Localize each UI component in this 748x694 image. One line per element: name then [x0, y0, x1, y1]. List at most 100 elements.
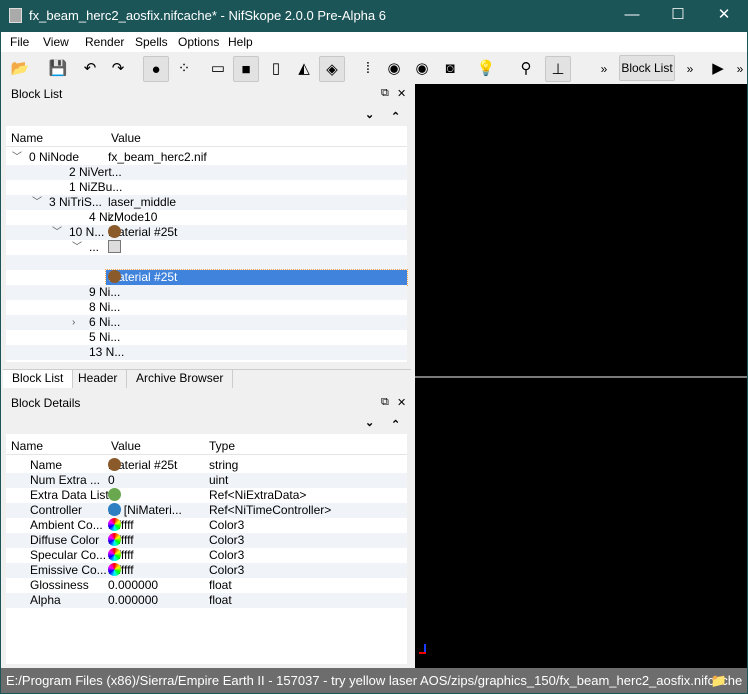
- tree-row-value: Material #25t: [105, 269, 408, 286]
- view-normals-icon[interactable]: ◭: [291, 56, 317, 82]
- axes-icon[interactable]: ⊥: [545, 56, 571, 82]
- details-row-value[interactable]: 11 [NiMateri...: [108, 503, 182, 518]
- overflow-button-3[interactable]: »: [727, 56, 748, 82]
- view-wireframe-icon[interactable]: ▭: [205, 56, 231, 82]
- column-name[interactable]: Name: [11, 439, 43, 453]
- status-file-path: E:/Program Files (x86)/Sierra/Empire Ear…: [6, 673, 743, 688]
- tree-row[interactable]: Material #25t: [6, 269, 408, 286]
- details-row[interactable]: Emissive Co...#ffffff Color3: [6, 563, 407, 578]
- tree-row[interactable]: [6, 255, 407, 270]
- view-solid-icon[interactable]: ■: [233, 56, 259, 82]
- menu-file[interactable]: File: [10, 35, 29, 49]
- chevron-down-icon[interactable]: ﹀: [12, 150, 22, 165]
- save-icon[interactable]: 💾: [45, 56, 71, 82]
- details-collapse-button[interactable]: ⌃: [391, 418, 400, 431]
- menu-render[interactable]: Render: [85, 35, 124, 49]
- details-close-button[interactable]: ✕: [397, 396, 406, 409]
- tree-row[interactable]: 5 Ni...: [6, 330, 407, 345]
- tree-row[interactable]: 1 NiZBu...: [6, 180, 407, 195]
- column-type[interactable]: Type: [209, 439, 235, 453]
- details-row-value-text: 0.000000: [108, 593, 159, 607]
- tree-row[interactable]: 2 NiVert...: [6, 165, 407, 180]
- details-row-value[interactable]: 0.000000: [108, 578, 158, 593]
- maximize-button[interactable]: ☐: [655, 0, 701, 32]
- menu-spells[interactable]: Spells: [135, 35, 168, 49]
- float-button[interactable]: ⧉: [381, 87, 389, 100]
- tree-row[interactable]: ﹀ 3 NiTriS... laser_middle: [6, 195, 407, 210]
- details-row[interactable]: Controller 11 [NiMateri... Ref<NiTimeContr…: [6, 503, 407, 518]
- tree-row[interactable]: 9 Ni...: [6, 285, 407, 300]
- footprints-icon[interactable]: ⁞: [355, 56, 381, 82]
- screenshot-icon[interactable]: ◙: [437, 56, 463, 82]
- tree-row[interactable]: 8 Ni...: [6, 300, 407, 315]
- tree-row-value-text: laser_middle: [108, 195, 177, 209]
- details-row[interactable]: Specular Co...#ffffff Color3: [6, 548, 407, 563]
- axis-x-icon: [419, 652, 426, 654]
- details-row[interactable]: Glossiness 0.000000 float: [6, 578, 407, 593]
- details-row[interactable]: Extra Data List Ref<NiExtraData>: [6, 488, 407, 503]
- viewport-splitter[interactable]: [415, 376, 747, 378]
- window-title: fx_beam_herc2_aosfix.nifcache* - NifSkop…: [29, 8, 386, 23]
- tab-archive-browser[interactable]: Archive Browser: [127, 370, 234, 388]
- block-list-toggle-button[interactable]: Block List: [619, 55, 675, 81]
- select-object-icon[interactable]: ●: [143, 56, 169, 82]
- light-direction-icon[interactable]: ⚲: [513, 56, 539, 82]
- details-row-value[interactable]: #ffffff: [108, 548, 134, 563]
- expand-all-button[interactable]: ⌄: [365, 108, 374, 121]
- tree-row-value: fx_beam_herc2.nif: [106, 150, 209, 165]
- overflow-button[interactable]: »: [591, 56, 617, 82]
- tree-row-value: Material #25t: [106, 225, 179, 240]
- details-row[interactable]: Ambient Co... #ffffff Color3: [6, 518, 407, 533]
- tree-row[interactable]: 4 Ni... zMode10: [6, 210, 407, 225]
- tab-header[interactable]: Header: [69, 370, 128, 388]
- column-name[interactable]: Name: [11, 131, 43, 145]
- details-row-value[interactable]: 0.000000: [108, 593, 158, 608]
- overflow-button-2[interactable]: »: [677, 56, 703, 82]
- eye-edit-icon[interactable]: ◉: [409, 56, 435, 82]
- refresh-icon: [108, 488, 121, 501]
- details-row[interactable]: Name Material #25t string: [6, 458, 407, 473]
- chevron-right-icon[interactable]: ›: [72, 315, 75, 330]
- details-row-type: Color3: [209, 563, 245, 577]
- details-row-value[interactable]: Material #25t: [108, 458, 177, 473]
- tree-row[interactable]: › 6 Ni...: [6, 315, 407, 330]
- details-row-value[interactable]: 0: [108, 473, 115, 488]
- details-float-button[interactable]: ⧉: [381, 396, 389, 409]
- tree-row[interactable]: ﹀ 0 NiNode fx_beam_herc2.nif: [6, 150, 407, 165]
- menu-view[interactable]: View: [43, 35, 69, 49]
- redo-icon[interactable]: ↷: [105, 56, 131, 82]
- details-row[interactable]: Diffuse Color #ffffff Color3: [6, 533, 407, 548]
- lightbulb-icon[interactable]: 💡: [473, 56, 499, 82]
- chevron-down-icon[interactable]: ﹀: [32, 195, 42, 210]
- archive-icon: 📁: [710, 673, 727, 688]
- dock-close-button[interactable]: ✕: [397, 87, 406, 100]
- details-row-value[interactable]: #ffffff: [108, 518, 134, 533]
- tree-row[interactable]: 13 N...: [6, 345, 407, 360]
- collapse-all-button[interactable]: ⌃: [391, 110, 400, 123]
- column-value[interactable]: Value: [111, 131, 141, 145]
- minimize-button[interactable]: —: [609, 0, 655, 32]
- column-value[interactable]: Value: [111, 439, 141, 453]
- details-row-value[interactable]: #ffffff: [108, 563, 134, 578]
- menu-help[interactable]: Help: [228, 35, 253, 49]
- view-color-icon[interactable]: ◈: [319, 56, 345, 82]
- chevron-down-icon[interactable]: ﹀: [52, 225, 62, 240]
- select-vertex-icon[interactable]: ⁘: [171, 56, 197, 82]
- tree-row[interactable]: ﹀...: [6, 240, 407, 255]
- details-row[interactable]: Alpha 0.000000 float: [6, 593, 407, 608]
- details-expand-button[interactable]: ⌄: [365, 416, 374, 429]
- eye-icon[interactable]: ◉: [381, 56, 407, 82]
- close-button[interactable]: ✕: [701, 0, 747, 32]
- undo-icon[interactable]: ↶: [77, 56, 103, 82]
- tree-row-name: 10 N...: [69, 225, 105, 239]
- menu-options[interactable]: Options: [178, 35, 219, 49]
- details-row-name: Specular Co...: [30, 548, 107, 562]
- view-textured-icon[interactable]: ▯: [263, 56, 289, 82]
- details-row[interactable]: Num Extra ... 0 uint: [6, 473, 407, 488]
- tab-block-list[interactable]: Block List: [3, 370, 74, 388]
- chevron-down-icon[interactable]: ﹀: [72, 240, 82, 255]
- details-row-value[interactable]: #ffffff: [108, 533, 134, 548]
- open-icon[interactable]: 📂: [7, 56, 33, 82]
- tree-row-name: 13 N...: [89, 345, 125, 359]
- tree-row[interactable]: ﹀ 10 N... Material #25t: [6, 225, 407, 240]
